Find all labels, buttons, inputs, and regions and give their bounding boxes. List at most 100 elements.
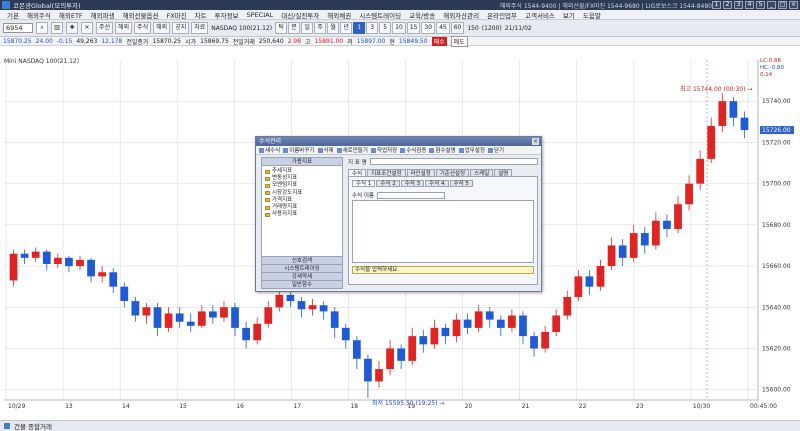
menu-item-9[interactable]: SPECIAL [243, 11, 278, 19]
menu-item-5[interactable]: 해외선물옵션 [119, 10, 163, 20]
interval-button-10[interactable]: 10 [392, 22, 406, 34]
status-bar: 건물 종합거래 [0, 420, 800, 431]
menu-item-12[interactable]: 시스템트레이딩 [355, 10, 405, 20]
close-icon[interactable]: × [532, 138, 539, 145]
tree-node-5[interactable]: 가격지표 [265, 197, 339, 204]
indicator-category-button-1[interactable]: 신호검색 [262, 256, 342, 264]
window-button-7[interactable]: □ [778, 1, 787, 9]
chart-date[interactable]: 21/11/02 [505, 25, 532, 32]
toolbar-button-5[interactable]: 공지 [172, 22, 190, 34]
toolbar-button-2[interactable]: 해외 [115, 22, 133, 34]
indicator-category-button-4[interactable]: 일반함수 [262, 280, 342, 288]
interval-button-12[interactable]: 30 [421, 22, 436, 34]
candle-body [740, 117, 749, 131]
candle-body [519, 315, 527, 337]
interval-button-8[interactable]: 3 [366, 22, 379, 34]
indicator-category-button-3[interactable]: 강세약세 [262, 272, 342, 280]
menu-item-2[interactable]: 해외주식 [23, 10, 55, 20]
candle-body [120, 286, 129, 302]
high-value: 15891.00 [314, 37, 344, 45]
dialog-title-bar[interactable]: 수식관리 × [256, 137, 541, 146]
interval-button-5[interactable]: 월 [327, 22, 340, 34]
low-annotation: 최저 15595.50 (19:25) → [372, 399, 444, 407]
delete-icon[interactable]: ✕ [81, 22, 93, 34]
menu-item-10[interactable]: 대신/실전투자 [277, 10, 323, 20]
menu-item-1[interactable]: 기본 [3, 10, 23, 20]
formula-subtab-2[interactable]: 수식 2 [376, 180, 400, 187]
chart-type-icon[interactable]: ▥ [51, 22, 63, 34]
dialog-tool-9[interactable]: 닫기 [487, 146, 504, 154]
candle-body [397, 348, 406, 361]
interval-button-7[interactable]: 1 [353, 22, 366, 34]
interval-button-6[interactable]: 년 [340, 22, 353, 34]
formula-subtab-4[interactable]: 수식 4 [425, 180, 449, 187]
formula-subtab-3[interactable]: 수식 3 [400, 180, 425, 187]
formula-subtab-1[interactable]: 수식 1 [352, 180, 376, 187]
interval-button-1[interactable]: 틱 [275, 22, 288, 34]
toolbar-button-6[interactable]: 자료 [191, 22, 209, 34]
formula-name-input[interactable] [377, 191, 445, 199]
indicator-icon[interactable]: ✚ [66, 22, 78, 34]
tree-node-4[interactable]: 시장강도지표 [265, 190, 339, 197]
menu-item-16[interactable]: 고객서비스 [521, 10, 559, 20]
sell-button[interactable]: 매도 [450, 35, 468, 47]
menu-item-14[interactable]: 해외자산관리 [439, 10, 483, 20]
window-button-4[interactable]: 4 [745, 1, 754, 9]
search-icon[interactable]: ⌕ [36, 22, 48, 34]
tree-node-7[interactable]: 사용자지표 [265, 211, 339, 218]
interval-button-2[interactable]: 분 [288, 22, 301, 34]
x-tick-label: 21 [522, 403, 530, 410]
interval-button-4[interactable]: 주 [314, 22, 327, 34]
menu-item-15[interactable]: 온라인업무 [483, 10, 521, 20]
dialog-tool-7[interactable]: 함수설명 [429, 146, 456, 154]
window-button-8[interactable]: × [789, 1, 798, 9]
formula-editor[interactable] [352, 200, 534, 263]
toolbar-button-4[interactable]: 해외 [153, 22, 171, 34]
menu-item-18[interactable]: 도움말 [579, 10, 605, 20]
dialog-tool-2[interactable]: 이름바꾸기 [283, 146, 315, 154]
interval-button-11[interactable]: 15 [406, 22, 421, 34]
candle-body [640, 233, 649, 246]
menu-item-6[interactable]: FX마진 [162, 10, 190, 20]
candle-body [131, 301, 140, 316]
title-bar: 코몬광Global(모의투자) 해외주식 1544-9400 | 해외선물/FX… [0, 0, 800, 10]
dialog-tool-3[interactable]: 삭제 [317, 146, 334, 154]
indicator-name-input[interactable] [369, 158, 538, 165]
buy-button[interactable]: 매수 [431, 36, 447, 46]
interval-button-13[interactable]: 45 [436, 22, 450, 34]
dialog-toolbar: 새수식 이름바꾸기 삭제 새로만들기 작업저장 수식검증 함수설명 업무설정 닫기 [256, 146, 541, 155]
interval-button-14[interactable]: 60 [450, 22, 465, 34]
last-label: 현 [389, 38, 395, 46]
dialog-tool-6[interactable]: 수식검증 [400, 146, 426, 154]
window-button-1[interactable]: 1 [712, 1, 721, 9]
window-button-2[interactable]: 2 [723, 1, 732, 9]
interval-button-3[interactable]: 일 [301, 22, 314, 34]
price-change: 24.00 [35, 37, 53, 45]
dialog-tool-label: 삭제 [323, 148, 334, 154]
menu-item-13[interactable]: 교육/방송 [405, 10, 439, 20]
open-label: 시가 [185, 38, 197, 46]
bar-count[interactable]: 150 [467, 25, 478, 32]
menu-item-3[interactable]: 해외ETF [55, 10, 87, 20]
toolbar-button-3[interactable]: 주식 [134, 22, 152, 34]
tree-node-3[interactable]: 모멘텀지표 [265, 182, 339, 189]
code-input[interactable]: 6954 [3, 23, 33, 33]
window-button-3[interactable]: 3 [734, 1, 743, 9]
menu-item-8[interactable]: 투자정보 [211, 10, 243, 20]
menu-item-7[interactable]: 차트 [191, 10, 211, 20]
dialog-tool-5[interactable]: 작업저장 [370, 146, 397, 154]
dialog-tool-8[interactable]: 업무설정 [458, 146, 485, 154]
window-button-6[interactable]: _ [767, 1, 776, 9]
indicator-category-button-2[interactable]: 시스템트레이딩 [262, 264, 342, 272]
menu-item-17[interactable]: 보기 [559, 10, 579, 20]
formula-manager-dialog: 수식관리 × 새수식 이름바꾸기 삭제 새로만들기 작업저장 수식검증 함수설명 업무설정 닫기… [255, 136, 542, 292]
dialog-tool-4[interactable]: 새로만들기 [336, 146, 368, 154]
menu-item-4[interactable]: 해외파생 [87, 10, 119, 20]
candle-body [729, 101, 738, 118]
window-button-5[interactable]: 5 [756, 1, 765, 9]
formula-subtab-5[interactable]: 수식 5 [449, 180, 473, 187]
menu-item-11[interactable]: 해외채권 [323, 10, 355, 20]
interval-button-9[interactable]: 5 [379, 22, 392, 34]
toolbar-button-1[interactable]: 주선 [96, 22, 114, 34]
dialog-tool-1[interactable]: 새수식 [259, 146, 280, 154]
